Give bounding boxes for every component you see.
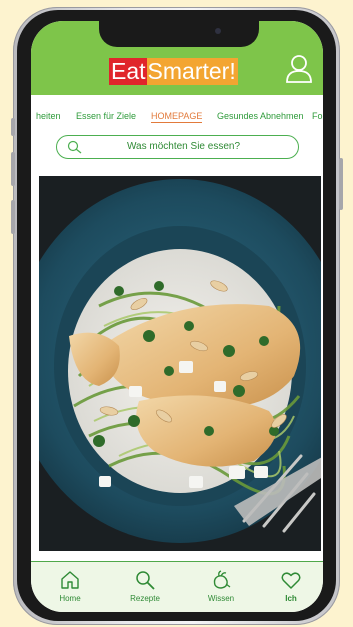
hero-food-image[interactable] bbox=[39, 176, 321, 551]
notch bbox=[99, 21, 259, 47]
side-button-left-2 bbox=[11, 152, 15, 186]
tab-rezepte-label: Rezepte bbox=[130, 594, 160, 603]
logo-part-eat: Eat bbox=[109, 58, 147, 85]
nav-item-essen-fuer-ziele[interactable]: Essen für Ziele bbox=[76, 111, 136, 121]
tab-home[interactable]: Home bbox=[40, 569, 100, 603]
nav-item-gesundes-abnehmen[interactable]: Gesundes Abnehmen bbox=[217, 111, 304, 121]
nav-item-heiten[interactable]: heiten bbox=[36, 111, 61, 121]
tab-home-label: Home bbox=[59, 594, 81, 603]
tab-ich[interactable]: Ich bbox=[261, 569, 321, 603]
search-input[interactable]: Was möchten Sie essen? bbox=[57, 141, 298, 152]
heart-icon bbox=[281, 572, 301, 589]
search-bar[interactable]: Was möchten Sie essen? bbox=[56, 135, 299, 159]
tab-wissen-label: Wissen bbox=[207, 594, 235, 603]
camera-dot bbox=[215, 28, 221, 34]
bottom-tab-bar: Home Rezepte Wissen Ich bbox=[31, 561, 323, 612]
category-nav: heiten Essen für Ziele HOMEPAGE Gesundes… bbox=[31, 106, 323, 128]
side-button-right bbox=[339, 158, 343, 210]
tab-ich-label: Ich bbox=[285, 594, 297, 603]
nav-item-fo[interactable]: Fo bbox=[312, 111, 323, 121]
search-icon bbox=[136, 571, 155, 590]
user-icon[interactable] bbox=[285, 54, 313, 84]
vegetable-icon bbox=[213, 570, 231, 589]
tab-rezepte[interactable]: Rezepte bbox=[115, 569, 175, 603]
side-button-left-3 bbox=[11, 200, 15, 234]
eatsmarter-logo[interactable]: Eat Smarter! bbox=[109, 58, 238, 85]
side-button-left-1 bbox=[11, 118, 15, 136]
logo-part-smarter: Smarter! bbox=[146, 58, 238, 85]
nav-item-homepage[interactable]: HOMEPAGE bbox=[151, 111, 203, 123]
tab-wissen[interactable]: Wissen bbox=[191, 569, 251, 603]
home-icon bbox=[61, 571, 79, 589]
app-screen: Eat Smarter! heiten Essen für Ziele HOME… bbox=[31, 21, 323, 612]
